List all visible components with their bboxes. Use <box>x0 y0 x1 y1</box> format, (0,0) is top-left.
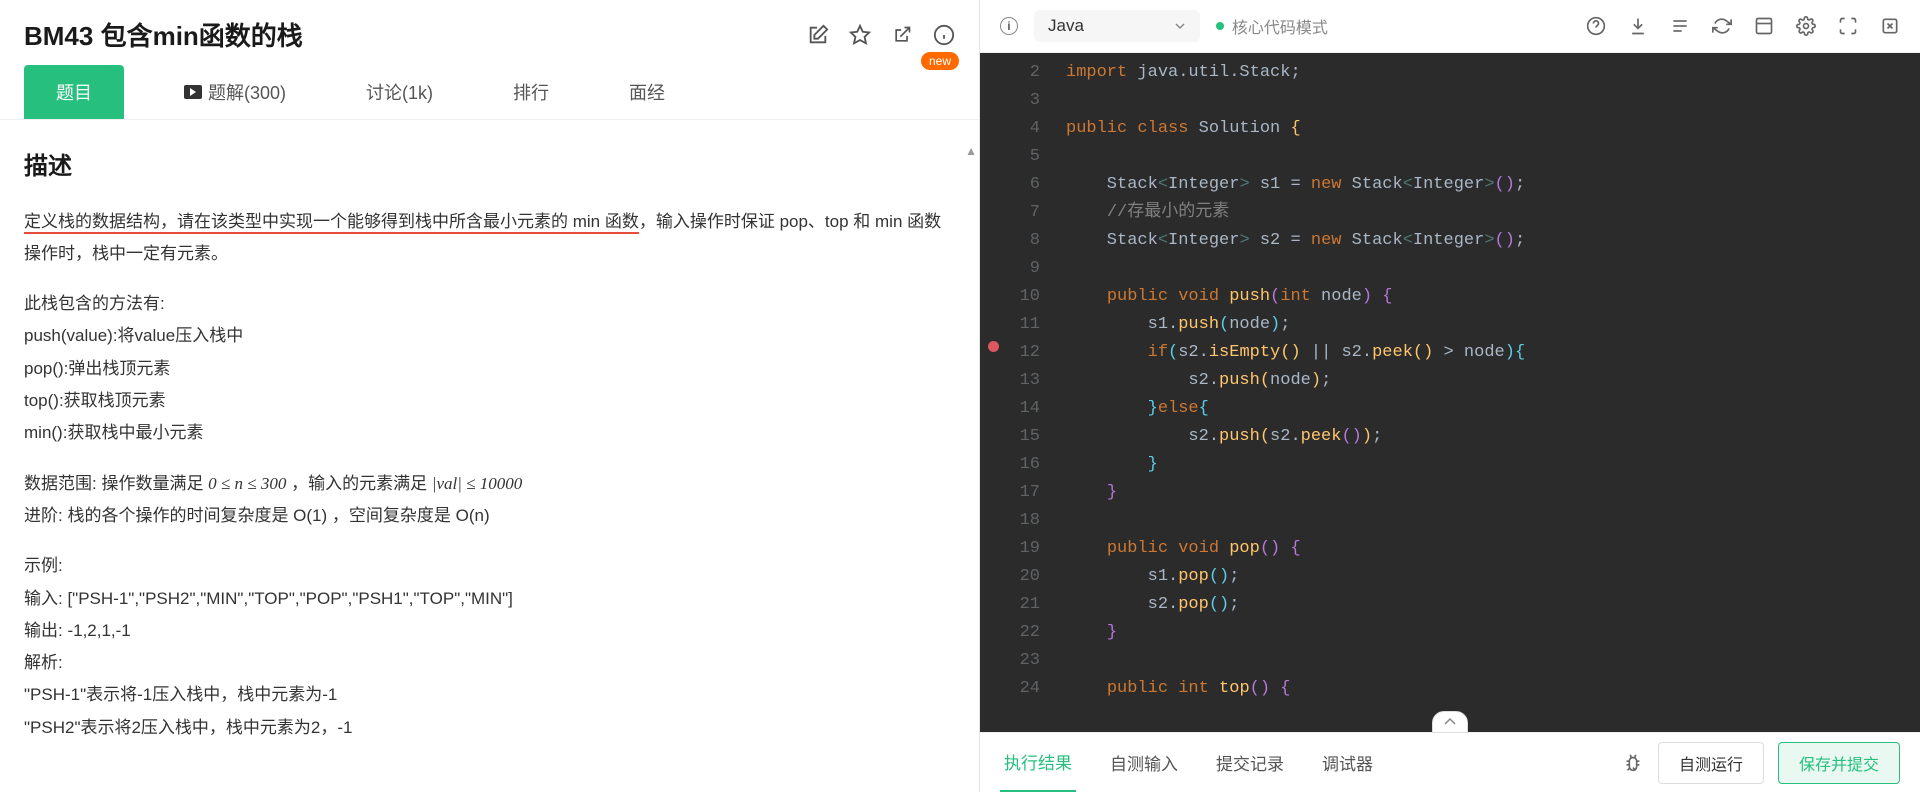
problem-title: BM43 包含min函数的栈 <box>24 16 303 53</box>
notes-icon[interactable] <box>1670 16 1690 36</box>
help-icon[interactable] <box>1586 16 1606 36</box>
edit-icon[interactable] <box>807 24 829 46</box>
footer-tab-selftest-input[interactable]: 自测输入 <box>1106 734 1182 791</box>
tab-ranking[interactable]: 排行 <box>493 65 569 119</box>
code-content[interactable]: import java.util.Stack; public class Sol… <box>1052 53 1920 732</box>
tab-problem[interactable]: 题目 <box>24 65 124 119</box>
scroll-up-icon: ▲ <box>965 140 977 163</box>
tab-interview[interactable]: 面经 <box>609 65 685 119</box>
delete-icon[interactable] <box>1880 16 1900 36</box>
video-icon <box>184 85 202 99</box>
editor-info-icon[interactable]: i <box>1000 17 1018 35</box>
footer-tab-history[interactable]: 提交记录 <box>1212 734 1288 791</box>
problem-description: ▲ 描述 定义栈的数据结构，请在该类型中实现一个能够得到栈中所含最小元素的 mi… <box>0 120 979 792</box>
refresh-icon[interactable] <box>1712 16 1732 36</box>
breakpoint-icon[interactable] <box>988 341 999 352</box>
fullscreen-icon[interactable] <box>1838 16 1858 36</box>
description-text: 定义栈的数据结构，请在该类型中实现一个能够得到栈中所含最小元素的 min 函数，… <box>24 206 955 271</box>
language-select[interactable]: Java <box>1034 10 1200 42</box>
footer-tab-debugger[interactable]: 调试器 <box>1318 734 1377 791</box>
tab-discuss[interactable]: 讨论(1k) <box>346 65 453 119</box>
code-editor[interactable]: 23456789101112131415161718192021222324 i… <box>980 53 1920 732</box>
footer-tab-result[interactable]: 执行结果 <box>1000 733 1076 792</box>
collapse-button[interactable] <box>1432 711 1468 733</box>
tab-solution[interactable]: 题解(300) <box>164 65 306 119</box>
download-icon[interactable] <box>1628 16 1648 36</box>
settings-icon[interactable] <box>1796 16 1816 36</box>
description-heading: 描述 <box>24 144 955 190</box>
chevron-down-icon <box>1174 20 1186 32</box>
line-gutter: 23456789101112131415161718192021222324 <box>980 53 1052 732</box>
star-icon[interactable] <box>849 24 871 46</box>
info-icon[interactable] <box>933 24 955 46</box>
example-block: 示例: 输入: ["PSH-1","PSH2","MIN","TOP","POP… <box>24 550 955 744</box>
selftest-run-button[interactable]: 自测运行 <box>1658 742 1764 784</box>
code-mode-indicator: 核心代码模式 <box>1216 14 1328 38</box>
layout-icon[interactable] <box>1754 16 1774 36</box>
save-submit-button[interactable]: 保存并提交 <box>1778 742 1900 784</box>
bug-icon[interactable] <box>1622 752 1644 774</box>
constraints: 数据范围: 操作数量满足 0 ≤ n ≤ 300 ，输入的元素满足 |val| … <box>24 468 955 533</box>
methods-block: 此栈包含的方法有: push(value):将value压入栈中 pop():弹… <box>24 288 955 449</box>
external-link-icon[interactable] <box>891 24 913 46</box>
